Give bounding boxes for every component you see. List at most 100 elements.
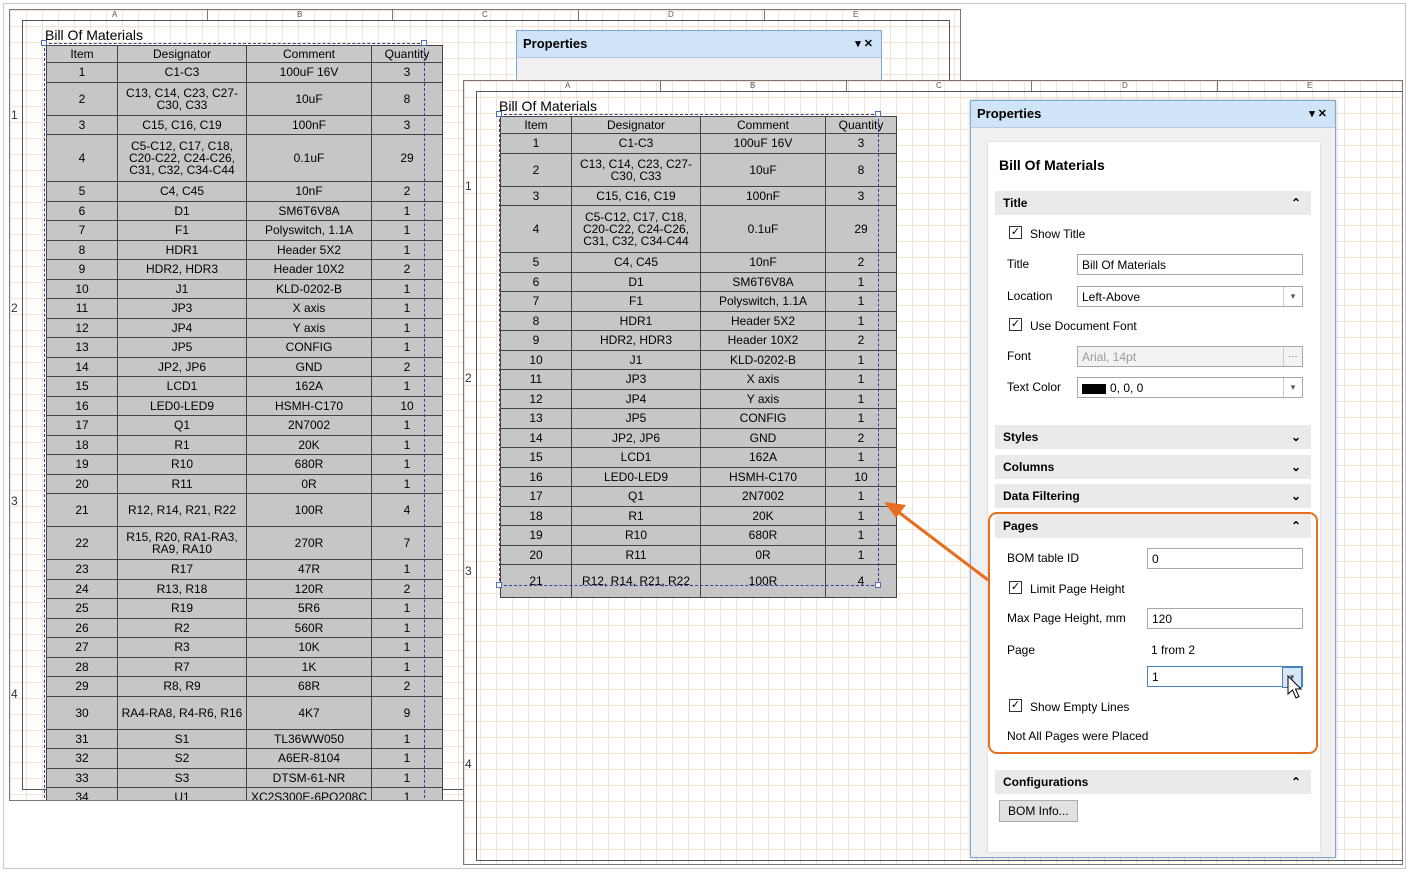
- font-field[interactable]: Arial, 14pt ···: [1077, 346, 1303, 367]
- table-cell: C13, C14, C23, C27-C30, C33: [117, 81, 247, 116]
- page-select[interactable]: 1 ▾: [1147, 666, 1303, 688]
- properties-panel-header[interactable]: Properties ▾ ✕: [971, 101, 1335, 128]
- table-cell: 32: [46, 748, 118, 769]
- table-cell: CONFIG: [246, 337, 372, 358]
- table-cell: 2: [825, 427, 897, 448]
- table-row: 13 JP5 CONFIG 1: [46, 337, 443, 358]
- table-cell: 11: [500, 369, 572, 390]
- table-cell: 47R: [246, 559, 372, 580]
- table-cell: 1: [825, 349, 897, 370]
- object-name: Bill Of Materials: [999, 157, 1105, 173]
- bom-table-full[interactable]: Item Designator Comment Quantity 1 C1-C3 100u…: [46, 45, 443, 800]
- table-cell: 1: [371, 787, 443, 800]
- max-page-height-input[interactable]: 120: [1147, 608, 1303, 629]
- resize-handle[interactable]: [41, 40, 47, 46]
- show-empty-lines-checkbox[interactable]: ✓: [1009, 699, 1022, 712]
- table-row: 17 Q1 2N7002 1: [46, 415, 443, 436]
- table-cell: 4: [371, 493, 443, 527]
- show-title-checkbox[interactable]: ✓: [1009, 226, 1022, 239]
- chevron-down-icon[interactable]: ▾: [1283, 378, 1302, 397]
- text-color-select[interactable]: 0, 0, 0 ▾: [1077, 377, 1303, 398]
- section-data-filtering[interactable]: Data Filtering ⌄: [995, 484, 1311, 508]
- table-cell: 3: [500, 185, 572, 206]
- table-row: 32 S2 A6ER-8104 1: [46, 748, 443, 769]
- table-cell: 10uF: [246, 81, 372, 116]
- section-columns[interactable]: Columns ⌄: [995, 455, 1311, 479]
- resize-handle[interactable]: [875, 111, 881, 117]
- properties-panel-back-header[interactable]: Properties ▾ ✕: [517, 31, 881, 58]
- table-cell: 100nF: [700, 185, 826, 206]
- table-cell: Polyswitch, 1.1A: [246, 220, 372, 241]
- chevron-down-icon[interactable]: ⌄: [1291, 484, 1301, 508]
- bom-table-id-input[interactable]: 0: [1147, 548, 1303, 569]
- chevron-down-icon[interactable]: ⌄: [1291, 425, 1301, 449]
- section-data-filtering-label: Data Filtering: [1003, 489, 1080, 503]
- table-cell: 162A: [246, 376, 372, 397]
- column-header: Designator: [571, 116, 701, 134]
- properties-panel[interactable]: Properties ▾ ✕ Bill Of Materials Title ⌃…: [970, 100, 1336, 858]
- table-cell: 1: [371, 298, 443, 319]
- section-configurations[interactable]: Configurations ⌃: [995, 770, 1311, 794]
- chevron-up-icon[interactable]: ⌃: [1291, 770, 1301, 794]
- table-cell: JP3: [117, 298, 247, 319]
- limit-page-height-checkbox[interactable]: ✓: [1009, 581, 1022, 594]
- resize-handle[interactable]: [421, 40, 427, 46]
- column-header: Item: [46, 45, 118, 63]
- table-row: 11 JP3 X axis 1: [46, 298, 443, 319]
- table-cell: 26: [46, 617, 118, 638]
- use-document-font-label: Use Document Font: [1030, 319, 1137, 333]
- bom-table-page-1[interactable]: Item Designator Comment Quantity 1 C1-C3 100u…: [500, 116, 897, 598]
- table-cell: R19: [117, 598, 247, 619]
- table-cell: 162A: [700, 447, 826, 468]
- resize-handle[interactable]: [496, 111, 502, 117]
- panel-controls[interactable]: ▾ ✕: [1309, 101, 1327, 127]
- col-letter-e: E: [1307, 81, 1313, 90]
- ellipsis-icon[interactable]: ···: [1283, 347, 1302, 366]
- table-cell: LCD1: [571, 447, 701, 468]
- location-select[interactable]: Left-Above ▾: [1077, 286, 1303, 307]
- section-pages[interactable]: Pages ⌃: [995, 514, 1311, 538]
- table-cell: 2: [825, 330, 897, 351]
- table-cell: 1: [371, 748, 443, 769]
- table-cell: 1: [825, 388, 897, 409]
- title-input[interactable]: Bill Of Materials: [1077, 254, 1303, 275]
- table-cell: C13, C14, C23, C27-C30, C33: [571, 152, 701, 187]
- bom-info-button[interactable]: BOM Info...: [999, 800, 1078, 822]
- table-cell: 1: [371, 559, 443, 580]
- table-row: 12 JP4 Y axis 1: [500, 388, 897, 409]
- table-row: 1 C1-C3 100uF 16V 3: [46, 62, 443, 83]
- table-cell: 4K7: [246, 695, 372, 730]
- chevron-down-icon[interactable]: ⌄: [1291, 455, 1301, 479]
- table-cell: 1: [825, 271, 897, 292]
- table-cell: 1: [371, 473, 443, 494]
- table-cell: 17: [46, 415, 118, 436]
- table-row: 3 C15, C16, C19 100nF 3: [46, 114, 443, 135]
- section-styles-label: Styles: [1003, 430, 1039, 444]
- table-cell: 270R: [246, 526, 372, 560]
- section-configurations-label: Configurations: [1003, 775, 1089, 789]
- limit-page-height-label: Limit Page Height: [1030, 582, 1125, 596]
- resize-handle[interactable]: [496, 582, 502, 588]
- table-cell: R12, R14, R21, R22: [571, 564, 701, 598]
- panel-controls[interactable]: ▾ ✕: [855, 31, 873, 57]
- chevron-up-icon[interactable]: ⌃: [1291, 191, 1301, 215]
- row-number-4: 4: [11, 687, 18, 701]
- table-row: 28 R7 1K 1: [46, 656, 443, 677]
- chevron-up-icon[interactable]: ⌃: [1291, 514, 1301, 538]
- table-row: 7 F1 Polyswitch, 1.1A 1: [46, 220, 443, 241]
- font-value: Arial, 14pt: [1082, 350, 1137, 364]
- table-cell: 18: [46, 434, 118, 455]
- table-cell: KLD-0202-B: [246, 278, 372, 299]
- chevron-down-icon[interactable]: ▾: [1283, 287, 1302, 306]
- resize-handle[interactable]: [875, 582, 881, 588]
- section-styles[interactable]: Styles ⌄: [995, 425, 1311, 449]
- table-cell: 1: [371, 220, 443, 241]
- section-title[interactable]: Title ⌃: [995, 191, 1311, 215]
- table-cell: R2: [117, 617, 247, 638]
- table-cell: 23: [46, 559, 118, 580]
- table-cell: 680R: [246, 454, 372, 475]
- table-row: 18 R1 20K 1: [500, 505, 897, 526]
- use-document-font-checkbox[interactable]: ✓: [1009, 318, 1022, 331]
- table-cell: F1: [117, 220, 247, 241]
- table-cell: 20K: [246, 434, 372, 455]
